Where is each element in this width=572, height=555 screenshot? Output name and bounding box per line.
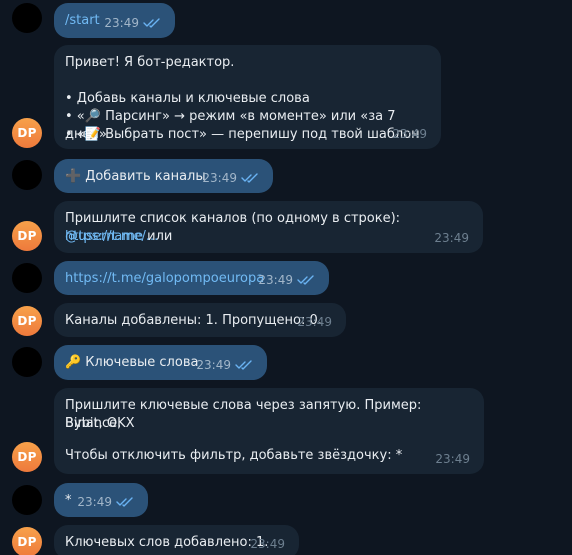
bot-avatar[interactable]: DP — [12, 442, 42, 472]
message-time: 23:49 — [258, 273, 293, 287]
message-bubble-outgoing[interactable]: https://t.me/galopompoeuropa 23:49 — [54, 261, 329, 295]
message-time: 23:49 — [392, 127, 427, 141]
double-check-icon — [241, 173, 258, 183]
message-time: 23:49 — [434, 231, 469, 245]
message-bubble-incoming[interactable]: Каналы добавлены: 1. Пропущено: 0. 23:49 — [54, 303, 346, 337]
message-bubble-incoming[interactable]: Ключевых слов добавлено: 1. 23:49 — [54, 525, 299, 555]
user-avatar[interactable] — [12, 485, 42, 515]
url-link[interactable]: https://t.me/... — [65, 229, 158, 244]
message-bubble-incoming[interactable]: Привет! Я бот-редактор. • Добавь каналы … — [54, 45, 441, 149]
message-meta: 23:49 — [258, 271, 315, 289]
message-bubble-outgoing[interactable]: * 23:49 — [54, 483, 148, 517]
double-check-icon — [235, 360, 252, 370]
message-meta: 23:49 — [435, 450, 470, 468]
double-check-icon — [143, 18, 160, 28]
message-line: Bybit, OKX — [65, 416, 135, 431]
message-line: Привет! Я бот-редактор. — [65, 55, 235, 70]
message-line: Пришлите список каналов (по одному в стр… — [65, 210, 471, 244]
user-avatar[interactable] — [12, 3, 42, 33]
message-time: 23:49 — [77, 495, 112, 509]
message-text: Ключевые слова — [85, 355, 199, 370]
message-line: • «🔎 Парсинг» → режим «в моменте» или «з… — [65, 109, 396, 142]
double-check-icon — [116, 497, 133, 507]
message-meta: 23:49 — [297, 313, 332, 331]
channel-link[interactable]: https://t.me/galopompoeuropa — [65, 271, 264, 286]
message-bubble-outgoing[interactable]: 🔑 Ключевые слова 23:49 — [54, 345, 267, 380]
message-text[interactable]: /start — [65, 13, 100, 28]
message-line — [65, 433, 472, 447]
message-line: https://t.me/... — [65, 228, 471, 246]
message-bubble-incoming[interactable]: Пришлите список каналов (по одному в стр… — [54, 201, 483, 253]
message-text: Каналы добавлены: 1. Пропущено: 0. — [65, 313, 322, 328]
message-meta: 23:49 — [250, 535, 285, 553]
message-line: • Добавь каналы и ключевые слова — [65, 91, 310, 106]
message-time: 23:49 — [104, 16, 139, 30]
message-meta: 23:49 — [434, 229, 469, 247]
message-line: • «📝 Выбрать пост» — перепишу под твой ш… — [65, 127, 420, 142]
message-text: Добавить каналы — [85, 169, 206, 184]
message-bubble-incoming[interactable]: Пришлите ключевые слова через запятую. П… — [54, 388, 484, 474]
message-time: 23:49 — [202, 171, 237, 185]
message-time: 23:49 — [435, 452, 470, 466]
message-line: Чтобы отключить фильтр, добавьте звёздоч… — [65, 448, 403, 463]
double-check-icon — [297, 275, 314, 285]
user-avatar[interactable] — [12, 347, 42, 377]
message-time: 23:49 — [196, 358, 231, 372]
message-meta: 23:49 — [202, 169, 259, 187]
user-avatar[interactable] — [12, 160, 42, 190]
message-line: Пришлите ключевые слова через запятую. П… — [65, 398, 422, 431]
message-line — [65, 72, 429, 90]
message-bubble-outgoing[interactable]: /start 23:49 — [54, 3, 175, 38]
bot-avatar[interactable]: DP — [12, 306, 42, 336]
message-meta: 23:49 — [196, 356, 253, 374]
plus-icon: ➕ — [65, 169, 82, 184]
message-text: * — [65, 493, 72, 508]
message-bubble-outgoing[interactable]: ➕ Добавить каналы 23:49 — [54, 159, 273, 193]
bot-avatar[interactable]: DP — [12, 221, 42, 251]
message-text: Ключевых слов добавлено: 1. — [65, 535, 269, 550]
key-icon: 🔑 — [65, 355, 82, 370]
user-avatar[interactable] — [12, 263, 42, 293]
message-time: 23:49 — [297, 315, 332, 329]
chat-area: /start 23:49 DP Привет! Я бот-редактор. … — [0, 0, 572, 555]
message-time: 23:49 — [250, 537, 285, 551]
message-text: Пришлите список каналов (по одному в стр… — [65, 211, 401, 226]
message-meta: 23:49 — [104, 14, 161, 32]
message-meta: 23:49 — [392, 125, 427, 143]
bot-avatar[interactable]: DP — [12, 527, 42, 555]
message-meta: 23:49 — [77, 493, 134, 511]
bot-avatar[interactable]: DP — [12, 118, 42, 148]
